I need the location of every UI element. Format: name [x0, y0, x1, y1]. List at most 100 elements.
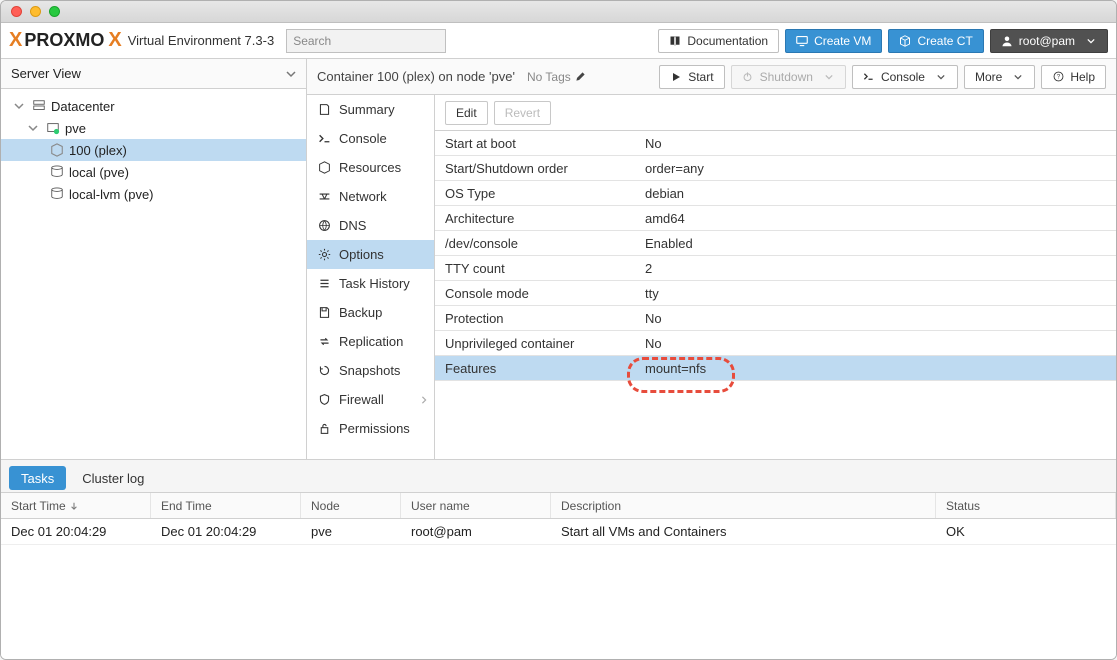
sidebar-item-replication[interactable]: Replication	[307, 327, 434, 356]
book-icon	[669, 35, 681, 47]
sidebar-item-backup[interactable]: Backup	[307, 298, 434, 327]
edit-button[interactable]: Edit	[445, 101, 488, 125]
help-button[interactable]: ? Help	[1041, 65, 1106, 89]
sidebar-item-options[interactable]: Options	[307, 240, 434, 269]
create-ct-button[interactable]: Create CT	[888, 29, 983, 53]
create-vm-button[interactable]: Create VM	[785, 29, 882, 53]
tags[interactable]: No Tags	[527, 70, 586, 84]
shutdown-button[interactable]: Shutdown	[731, 65, 846, 89]
minimize-icon[interactable]	[30, 6, 41, 17]
log-header: Start Time End Time Node User name Descr…	[1, 493, 1116, 519]
save-icon	[317, 306, 331, 320]
sidebar-item-network[interactable]: Network	[307, 182, 434, 211]
option-value: order=any	[635, 161, 1116, 176]
sync-icon	[317, 335, 331, 349]
content: Summary Console Resources Network DNS Op…	[307, 95, 1116, 459]
table-row[interactable]: Console modetty	[435, 281, 1116, 306]
sidebar: Summary Console Resources Network DNS Op…	[307, 95, 435, 459]
option-value: debian	[635, 186, 1116, 201]
sidebar-item-dns[interactable]: DNS	[307, 211, 434, 240]
col-user[interactable]: User name	[401, 493, 551, 518]
sidebar-item-firewall[interactable]: Firewall	[307, 385, 434, 414]
table-row[interactable]: /dev/consoleEnabled	[435, 231, 1116, 256]
sidebar-item-console[interactable]: Console	[307, 124, 434, 153]
pencil-icon	[575, 71, 586, 82]
close-icon[interactable]	[11, 6, 22, 17]
chevron-down-icon	[11, 98, 27, 114]
storage-icon	[49, 186, 65, 202]
revert-button[interactable]: Revert	[494, 101, 551, 125]
placeholder: Search	[293, 34, 331, 48]
svg-text:?: ?	[1057, 74, 1061, 81]
gear-icon	[317, 248, 331, 262]
table-row[interactable]: ProtectionNo	[435, 306, 1116, 331]
option-key: Protection	[435, 311, 635, 326]
table-row[interactable]: OS Typedebian	[435, 181, 1116, 206]
option-value: mount=nfs	[635, 361, 1116, 376]
tab-tasks[interactable]: Tasks	[9, 466, 66, 490]
option-key: /dev/console	[435, 236, 635, 251]
console-button[interactable]: Console	[852, 65, 958, 89]
option-value: amd64	[635, 211, 1116, 226]
storage-icon	[49, 164, 65, 180]
table-row[interactable]: Unprivileged containerNo	[435, 331, 1116, 356]
option-value: No	[635, 311, 1116, 326]
tree-container[interactable]: 100 (plex)	[1, 139, 306, 161]
chevron-down-icon	[1085, 35, 1097, 47]
user-menu[interactable]: root@pam	[990, 29, 1108, 53]
table-row[interactable]: Start/Shutdown orderorder=any	[435, 156, 1116, 181]
documentation-button[interactable]: Documentation	[658, 29, 779, 53]
log-row[interactable]: Dec 01 20:04:29Dec 01 20:04:29pveroot@pa…	[1, 519, 1116, 545]
logo-mark: X	[9, 29, 20, 52]
app-window: X PROXMO X Virtual Environment 7.3-3 Sea…	[0, 0, 1117, 660]
options-pane: Edit Revert Start at bootNoStart/Shutdow…	[435, 95, 1116, 459]
sidebar-item-resources[interactable]: Resources	[307, 153, 434, 182]
col-desc[interactable]: Description	[551, 493, 936, 518]
left-column: Server View Datacenter pve 100 (plex)	[1, 59, 307, 459]
table-row[interactable]: Start at bootNo	[435, 131, 1116, 156]
sidebar-item-task-history[interactable]: Task History	[307, 269, 434, 298]
option-key: Architecture	[435, 211, 635, 226]
view-selector[interactable]: Server View	[1, 59, 306, 89]
option-value: Enabled	[635, 236, 1116, 251]
sidebar-item-snapshots[interactable]: Snapshots	[307, 356, 434, 385]
unlock-icon	[317, 422, 331, 436]
more-button[interactable]: More	[964, 65, 1035, 89]
breadcrumb-title: Container 100 (plex) on node 'pve'	[317, 69, 515, 84]
col-status[interactable]: Status	[936, 493, 1116, 518]
chevron-down-icon	[823, 71, 835, 83]
tree-storage-local[interactable]: local (pve)	[1, 161, 306, 183]
col-start-time[interactable]: Start Time	[1, 493, 151, 518]
sidebar-item-summary[interactable]: Summary	[307, 95, 434, 124]
chevron-down-icon	[1012, 71, 1024, 83]
terminal-icon	[863, 71, 875, 83]
sidebar-item-permissions[interactable]: Permissions	[307, 414, 434, 443]
list-icon	[317, 277, 331, 291]
play-icon	[670, 71, 682, 83]
table-row[interactable]: Featuresmount=nfs	[435, 356, 1116, 381]
node-icon	[45, 120, 61, 136]
resource-tree: Datacenter pve 100 (plex) local (pve)	[1, 89, 306, 459]
tree-node[interactable]: pve	[1, 117, 306, 139]
col-end-time[interactable]: End Time	[151, 493, 301, 518]
globe-icon	[317, 219, 331, 233]
search-input[interactable]: Search	[286, 29, 446, 53]
titlebar	[1, 1, 1116, 23]
bottom-tabs: Tasks Cluster log	[1, 460, 1116, 492]
help-icon: ?	[1052, 71, 1064, 83]
table-row[interactable]: TTY count2	[435, 256, 1116, 281]
cube-icon	[49, 142, 65, 158]
option-key: TTY count	[435, 261, 635, 276]
option-value: No	[635, 336, 1116, 351]
server-icon	[31, 98, 47, 114]
table-row[interactable]: Architectureamd64	[435, 206, 1116, 231]
tree-datacenter[interactable]: Datacenter	[1, 95, 306, 117]
bottom-panel: Tasks Cluster log Start Time End Time No…	[1, 459, 1116, 659]
option-key: Unprivileged container	[435, 336, 635, 351]
tab-cluster-log[interactable]: Cluster log	[70, 466, 156, 490]
start-button[interactable]: Start	[659, 65, 724, 89]
shield-icon	[317, 393, 331, 407]
maximize-icon[interactable]	[49, 6, 60, 17]
tree-storage-local-lvm[interactable]: local-lvm (pve)	[1, 183, 306, 205]
col-node[interactable]: Node	[301, 493, 401, 518]
